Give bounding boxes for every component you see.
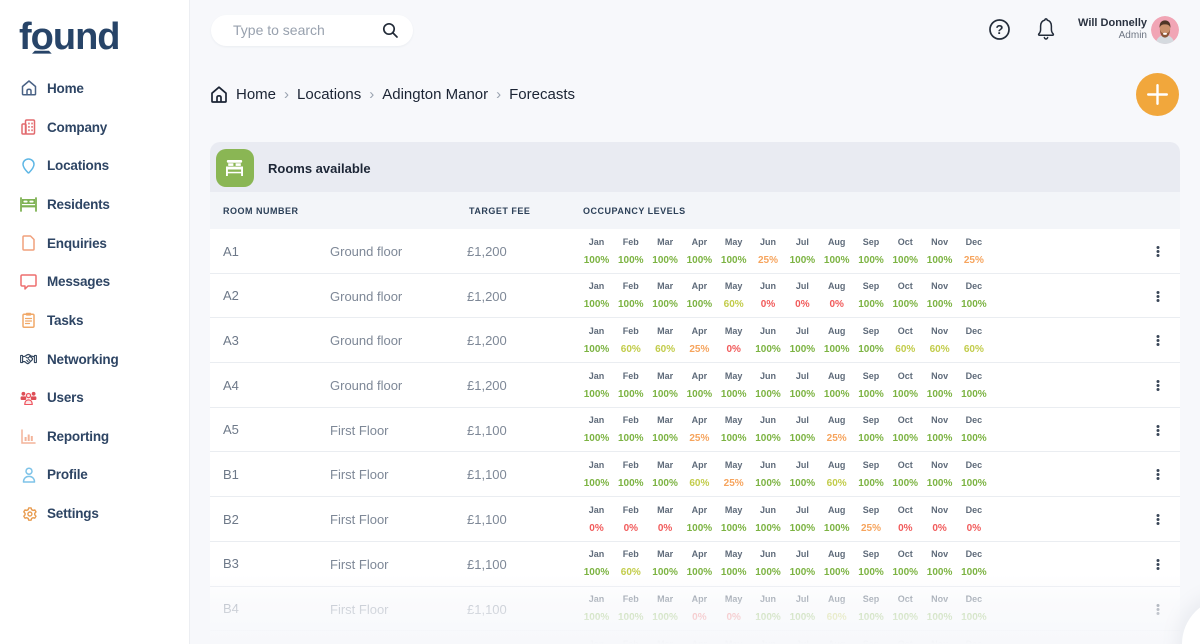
svg-text:?: ?	[996, 22, 1004, 37]
